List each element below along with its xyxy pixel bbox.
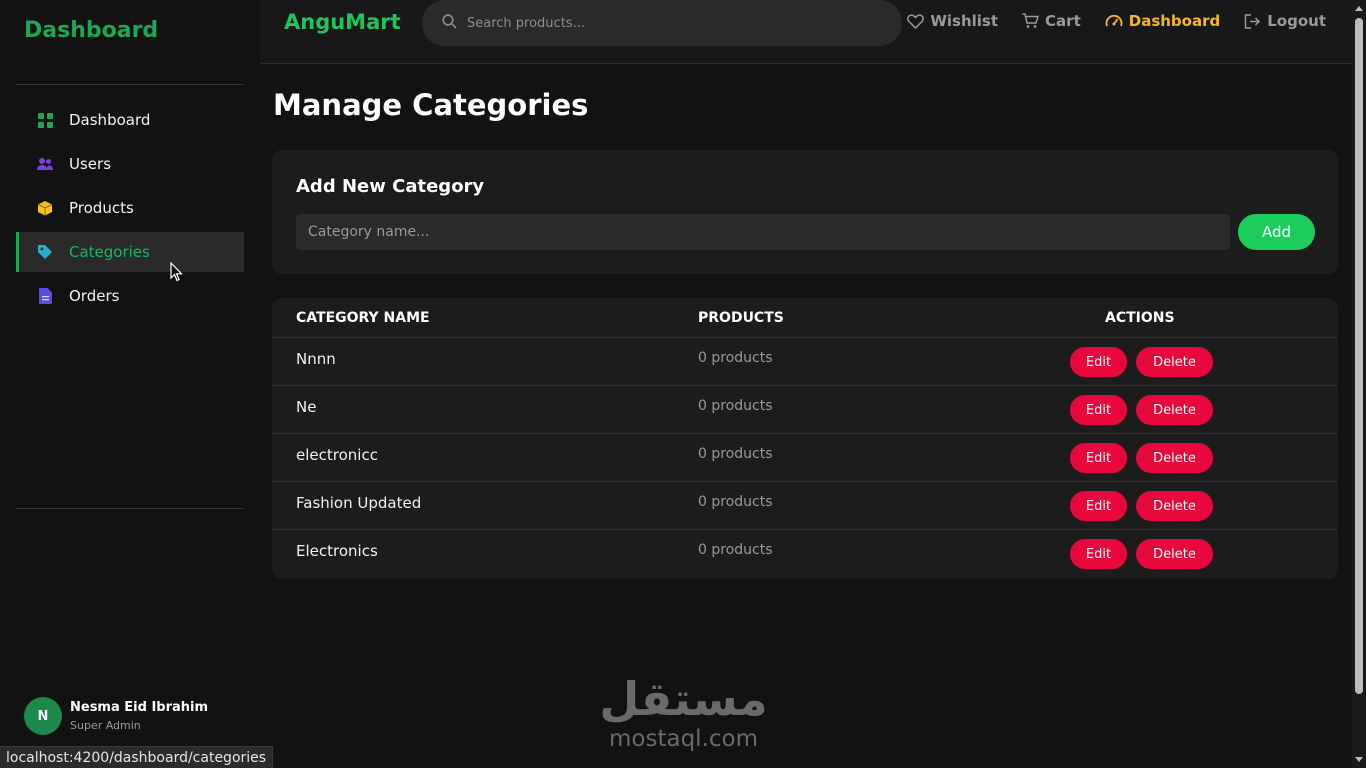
table-row: Electronics 0 products Edit Delete [272,530,1338,578]
user-role: Super Admin [70,719,141,732]
category-name: Nnnn [296,350,336,368]
product-count: 0 products [698,350,773,366]
user-name: Nesma Eid Ibrahim [70,700,209,715]
sidebar-item-label: Users [69,155,112,173]
delete-button[interactable]: Delete [1136,491,1213,521]
logout-label: Logout [1267,12,1326,30]
watermark-logo: مستقل mostaql.com [596,672,771,752]
page-title: Manage Categories [273,88,589,122]
scroll-up-arrow[interactable] [1355,6,1363,11]
table-row: Ne 0 products Edit Delete [272,386,1338,434]
sidebar-item-label: Orders [69,287,120,305]
cart-link[interactable]: Cart [1022,12,1081,30]
gauge-icon [1105,14,1123,28]
table-row: Nnnn 0 products Edit Delete [272,338,1338,386]
search-icon [442,13,457,33]
watermark-arabic: مستقل [599,672,768,726]
delete-button[interactable]: Delete [1136,395,1213,425]
category-name-input[interactable] [296,214,1230,250]
product-count: 0 products [698,446,773,462]
file-icon [37,288,53,304]
sidebar-divider [16,508,244,509]
product-count: 0 products [698,542,773,558]
sidebar-title: Dashboard [24,18,159,43]
column-header-products: PRODUCTS [698,310,784,326]
delete-button[interactable]: Delete [1136,443,1213,473]
edit-button[interactable]: Edit [1070,443,1127,473]
scroll-thumb[interactable] [1355,18,1363,694]
sidebar-nav: Dashboard Users Products Categories Orde… [16,100,244,320]
column-header-name: CATEGORY NAME [296,310,430,326]
tag-icon [37,244,53,260]
user-profile[interactable]: N Nesma Eid Ibrahim Super Admin [24,697,208,735]
add-category-button[interactable]: Add [1238,214,1315,250]
grid-icon [37,112,53,128]
edit-button[interactable]: Edit [1070,347,1127,377]
cart-label: Cart [1045,12,1081,30]
cart-icon [1022,13,1040,29]
table-row: Fashion Updated 0 products Edit Delete [272,482,1338,530]
wishlist-link[interactable]: Wishlist [907,12,998,30]
categories-table: CATEGORY NAME PRODUCTS ACTIONS Nnnn 0 pr… [272,298,1338,579]
dashboard-label: Dashboard [1128,12,1221,30]
status-url: localhost:4200/dashboard/categories [0,746,274,768]
sidebar-item-users[interactable]: Users [16,144,244,184]
page-scrollbar[interactable] [1352,0,1366,768]
add-category-card: Add New Category Add [272,150,1338,274]
brand-logo[interactable]: AnguMart [284,10,401,34]
sidebar-item-orders[interactable]: Orders [16,276,244,316]
box-icon [37,200,53,216]
product-count: 0 products [698,398,773,414]
dashboard-link[interactable]: Dashboard [1105,12,1220,30]
sidebar-item-dashboard[interactable]: Dashboard [16,100,244,140]
sidebar-item-label: Categories [69,243,150,261]
topbar: AnguMart Wishlist Cart Dashboard [260,0,1352,64]
category-name: Electronics [296,542,378,560]
avatar: N [24,697,62,735]
users-icon [37,156,53,172]
delete-button[interactable]: Delete [1136,347,1213,377]
category-name: Fashion Updated [296,494,422,512]
add-category-title: Add New Category [296,176,485,197]
edit-button[interactable]: Edit [1070,395,1127,425]
column-header-actions: ACTIONS [1105,310,1175,326]
sidebar-item-label: Dashboard [69,111,151,129]
logout-link[interactable]: Logout [1244,12,1326,30]
sidebar-item-categories[interactable]: Categories [16,232,244,272]
category-name: Ne [296,398,317,416]
logout-icon [1244,13,1261,29]
table-header: CATEGORY NAME PRODUCTS ACTIONS [272,298,1338,338]
top-nav: Wishlist Cart Dashboard Logout [883,12,1326,30]
wishlist-label: Wishlist [930,12,999,30]
sidebar-item-products[interactable]: Products [16,188,244,228]
sidebar-item-label: Products [69,199,134,217]
watermark-latin: mostaql.com [609,726,758,752]
search-input[interactable] [467,15,887,31]
heart-icon [907,13,925,29]
edit-button[interactable]: Edit [1070,491,1127,521]
edit-button[interactable]: Edit [1070,539,1127,569]
sidebar-divider [16,84,244,85]
mouse-cursor-icon [170,261,183,286]
sidebar: Dashboard Dashboard Users Products Categ… [0,0,260,768]
table-row: electronicc 0 products Edit Delete [272,434,1338,482]
category-name: electronicc [296,446,378,464]
search-bar[interactable] [422,0,902,46]
delete-button[interactable]: Delete [1136,539,1213,569]
product-count: 0 products [698,494,773,510]
scroll-down-arrow[interactable] [1355,757,1363,762]
